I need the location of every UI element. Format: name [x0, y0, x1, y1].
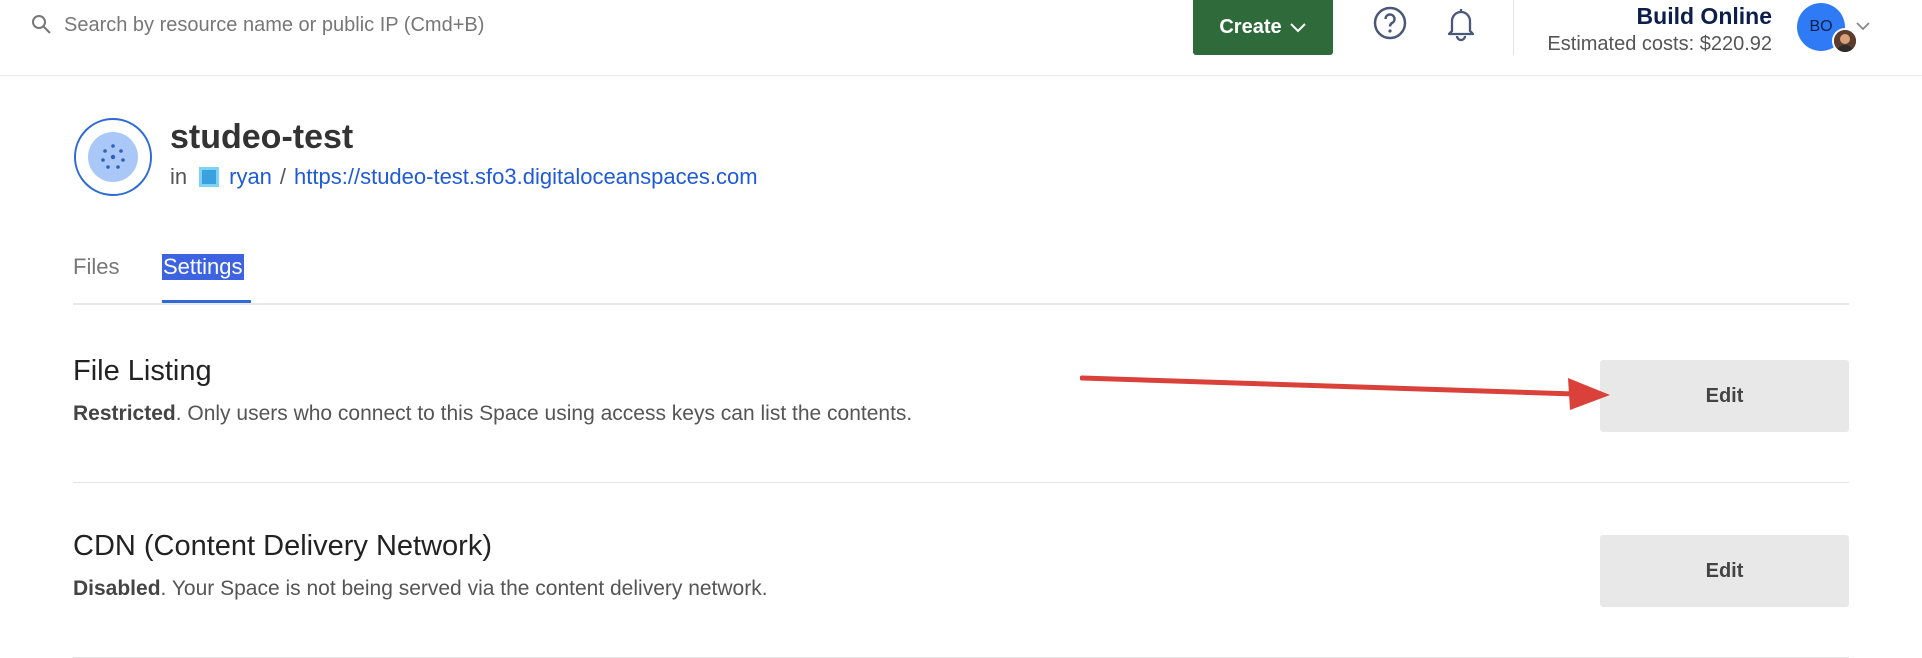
account-chevron-down-icon[interactable] — [1853, 16, 1873, 36]
project-link[interactable]: ryan — [229, 164, 272, 190]
status-label: Disabled — [73, 577, 161, 600]
status-label: Restricted — [73, 402, 176, 425]
search-icon — [32, 15, 51, 34]
topbar-divider — [1513, 0, 1514, 55]
section-title: CDN (Content Delivery Network) — [73, 530, 492, 562]
project-icon — [199, 167, 220, 187]
description-text: . Only users who connect to this Space u… — [175, 402, 913, 425]
active-tab-indicator — [162, 300, 251, 303]
chevron-down-icon — [1289, 22, 1306, 32]
space-url-link[interactable]: https://studeo-test.sfo3.digitaloceanspa… — [294, 164, 757, 190]
estimated-costs: Estimated costs: $220.92 — [1547, 33, 1772, 55]
cdn-section: CDN (Content Delivery Network) Disabled.… — [73, 530, 1849, 658]
create-button[interactable]: Create — [1193, 0, 1333, 55]
space-icon — [74, 118, 152, 196]
account-info[interactable]: Build Online Estimated costs: $220.92 — [1547, 0, 1772, 57]
space-location: in ryan / https://studeo-test.sfo3.digit… — [170, 164, 758, 190]
separator: / — [279, 164, 287, 189]
edit-file-listing-button[interactable]: Edit — [1600, 360, 1849, 432]
avatar-initials: BO — [1809, 18, 1833, 35]
tab-settings[interactable]: Settings — [162, 254, 244, 280]
tab-bar: Files Settings — [73, 250, 1849, 305]
help-icon[interactable] — [1372, 5, 1408, 41]
bell-icon[interactable] — [1442, 4, 1480, 42]
create-button-label: Create — [1219, 16, 1282, 38]
account-name: Build Online — [1636, 3, 1772, 29]
search-input[interactable] — [64, 13, 584, 37]
annotation-arrow-icon — [1080, 375, 1610, 410]
edit-cdn-button[interactable]: Edit — [1600, 535, 1849, 607]
section-description: Disabled. Your Space is not being served… — [73, 577, 1849, 601]
in-label: in — [170, 164, 188, 189]
page-title: studeo-test — [170, 118, 354, 156]
search-bar[interactable] — [30, 8, 630, 42]
description-text: . Your Space is not being served via the… — [160, 577, 768, 600]
tab-files[interactable]: Files — [73, 254, 119, 280]
top-bar: Create Build Online Estimated costs: $22… — [0, 0, 1922, 76]
